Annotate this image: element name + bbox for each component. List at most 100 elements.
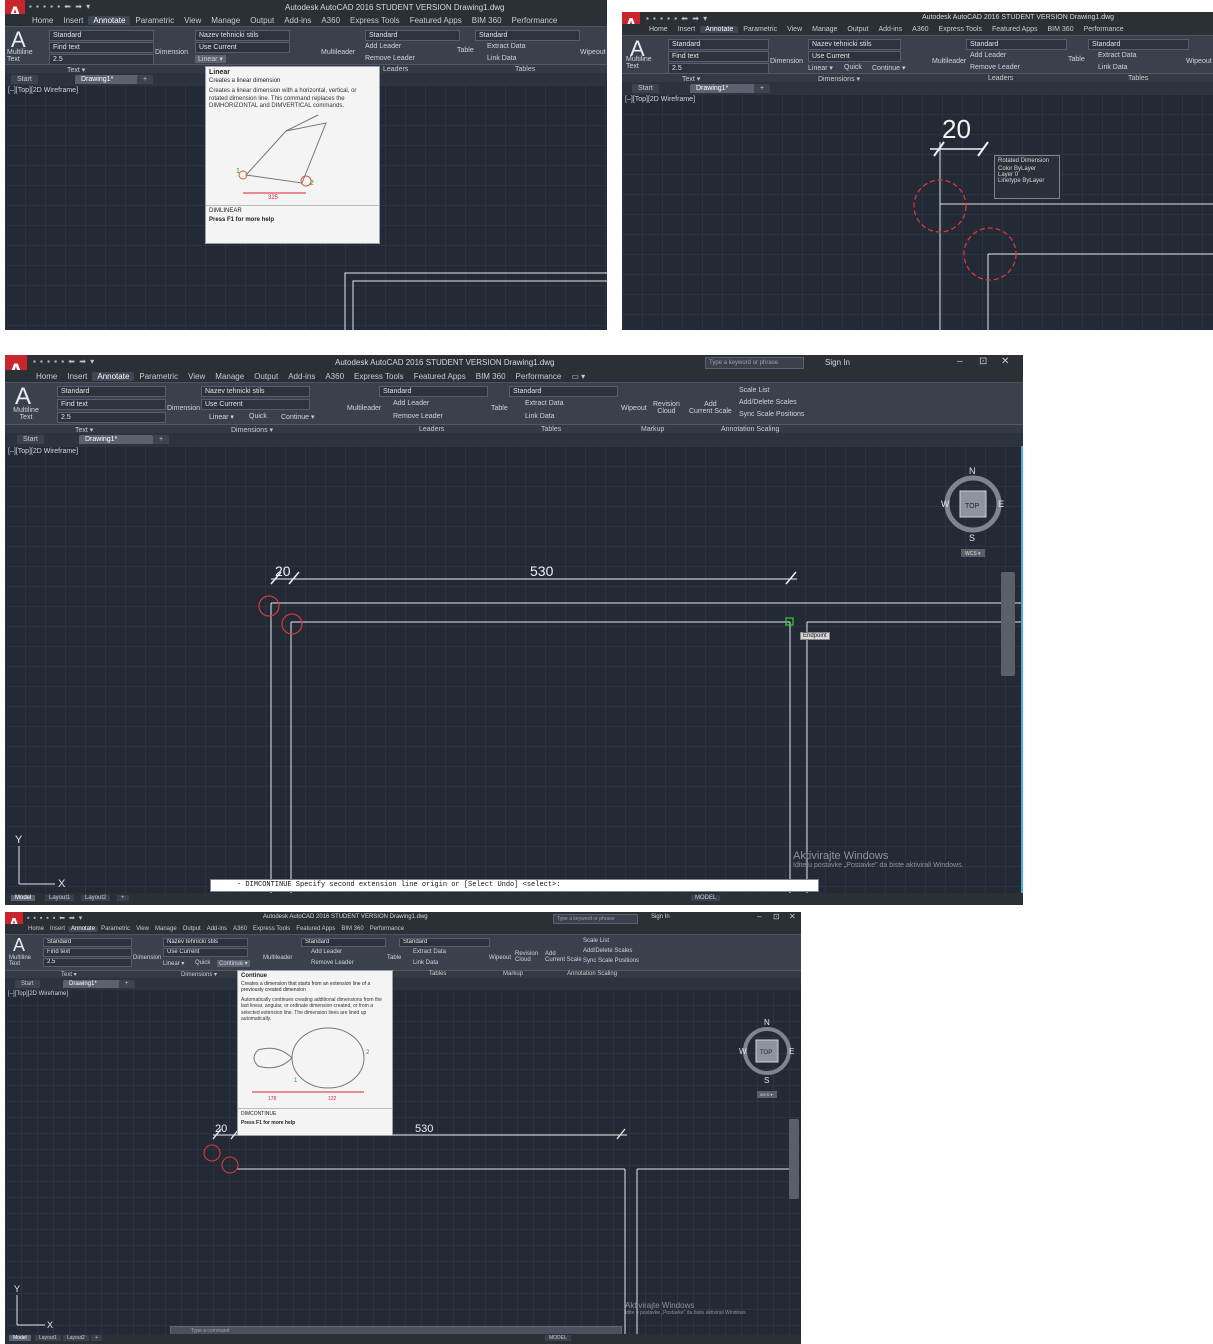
dim-style-select[interactable]: Nazev tehnicki stils	[201, 386, 310, 397]
text-height-select[interactable]: 2.5	[43, 958, 132, 967]
multiline-text-label[interactable]: Multiline Text	[9, 407, 43, 421]
file-tab-drawing1[interactable]: Drawing1*	[79, 435, 153, 444]
wipeout-button[interactable]: Wipeout	[580, 49, 606, 56]
revision-cloud-button[interactable]: Revision Cloud	[653, 401, 680, 415]
minimize-button[interactable]: –	[957, 356, 963, 367]
file-tab-drawing1[interactable]: Drawing1*	[63, 980, 123, 988]
tab-express-tools[interactable]: Express Tools	[349, 372, 409, 381]
navigation-bar[interactable]	[789, 1119, 799, 1199]
panel-markup[interactable]: Markup	[641, 426, 664, 433]
file-tab-start[interactable]: Start	[15, 980, 40, 988]
dimension-button[interactable]: Dimension	[770, 58, 803, 65]
text-style-select[interactable]: Standard	[57, 386, 166, 397]
dim-style-select[interactable]: Nazev tehnicki stils	[195, 30, 290, 41]
tab-home[interactable]: Home	[644, 26, 673, 33]
drawing-canvas[interactable]: [–][Top][2D Wireframe] 20 530 Y X Endpoi…	[5, 446, 1023, 893]
leader-style-select[interactable]: Standard	[301, 938, 386, 947]
link-data-button[interactable]: Link Data	[413, 960, 438, 966]
tab-express-tools[interactable]: Express Tools	[934, 26, 987, 33]
leader-style-select[interactable]: Standard	[379, 386, 488, 397]
tab-annotate[interactable]: Annotate	[700, 26, 739, 33]
view-cube[interactable]: TOP N S W E WCS ▾	[739, 1017, 795, 1101]
find-text-input[interactable]: Find text	[43, 948, 132, 957]
dimension-20[interactable]: 20	[215, 1123, 227, 1135]
dimension-text[interactable]: 20	[942, 114, 971, 144]
add-leader-button[interactable]: Add Leader	[365, 43, 401, 50]
continue-button[interactable]: Continue ▾	[217, 960, 250, 967]
dim-style-select[interactable]: Nazev tehnicki stils	[808, 39, 901, 50]
file-tab-drawing1[interactable]: Drawing1*	[690, 84, 758, 93]
tab-add-ins[interactable]: Add-ins	[204, 926, 230, 932]
tab-a360[interactable]: A360	[230, 926, 250, 932]
tab-view[interactable]: View	[179, 16, 206, 25]
tab-a360[interactable]: A360	[316, 16, 345, 25]
file-tab-start[interactable]: Start	[632, 84, 659, 93]
layout-tab-layout1[interactable]: Layout1	[45, 895, 75, 901]
tab-output[interactable]: Output	[180, 926, 204, 932]
compass-north[interactable]: N	[764, 1018, 770, 1027]
wcs-menu[interactable]: WCS ▾	[965, 551, 981, 557]
sync-scale-button[interactable]: Sync Scale Positions	[739, 411, 804, 418]
dim-layer-select[interactable]: Use Current	[201, 399, 310, 410]
dim-style-select[interactable]: Nazev tehnicki stils	[163, 938, 248, 947]
tab-express-tools[interactable]: Express Tools	[345, 16, 405, 25]
leader-style-select[interactable]: Standard	[966, 39, 1067, 50]
new-tab-button[interactable]: +	[754, 84, 771, 93]
multiline-text-label[interactable]: Multiline Text	[626, 56, 652, 70]
quick-access-toolbar[interactable]: ▪ ▪ ▪ ▪ ▪ ⬅ ➡ ▾	[29, 2, 91, 11]
remove-leader-button[interactable]: Remove Leader	[970, 64, 1020, 71]
sign-in-link[interactable]: Sign In	[825, 358, 850, 367]
linear-button[interactable]: Linear ▾	[808, 64, 833, 72]
add-delete-scales-button[interactable]: Add/Delete Scales	[739, 399, 797, 406]
multiline-text-label[interactable]: Multiline Text	[9, 955, 31, 967]
maximize-button[interactable]: ⊡	[773, 912, 780, 921]
continue-button[interactable]: Continue ▾	[281, 413, 314, 421]
add-delete-scales-button[interactable]: Add/Delete Scales	[583, 948, 632, 954]
layout-tab-model[interactable]: Model	[9, 1335, 31, 1341]
model-space-toggle[interactable]: MODEL	[545, 1335, 571, 1341]
file-tab-drawing1[interactable]: Drawing1*	[75, 75, 141, 84]
navigation-bar[interactable]	[1001, 572, 1015, 676]
panel-leaders[interactable]: Leaders	[988, 75, 1013, 82]
quick-access-toolbar[interactable]: ▪ ▪ ▪ ▪ ▪ ⬅ ➡ ▾	[27, 914, 83, 922]
tab-a360[interactable]: A360	[907, 26, 933, 33]
tab-output[interactable]: Output	[842, 26, 873, 33]
panel-leaders[interactable]: Leaders	[383, 66, 408, 73]
tab-bim-360[interactable]: BIM 360	[467, 16, 507, 25]
panel-tables[interactable]: Tables	[1128, 75, 1148, 82]
dim-layer-select[interactable]: Use Current	[808, 51, 901, 62]
search-input[interactable]: Type a keyword or phrase	[553, 914, 638, 924]
tab-parametric[interactable]: Parametric	[130, 16, 179, 25]
tab-manage[interactable]: Manage	[807, 26, 842, 33]
dimension-530[interactable]: 530	[530, 563, 554, 579]
dimension-20[interactable]: 20	[275, 563, 291, 579]
linear-button[interactable]: Linear ▾	[209, 413, 234, 421]
quick-access-toolbar[interactable]: ▪ ▪ ▪ ▪ ▪ ⬅ ➡ ▾	[646, 14, 708, 23]
extract-data-button[interactable]: Extract Data	[413, 949, 446, 955]
panel-tables[interactable]: Tables	[429, 971, 446, 977]
add-leader-button[interactable]: Add Leader	[970, 52, 1006, 59]
wipeout-button[interactable]: Wipeout	[621, 405, 647, 412]
tab-performance[interactable]: Performance	[1079, 26, 1129, 33]
panel-text[interactable]: Text ▾	[61, 971, 77, 978]
remove-leader-button[interactable]: Remove Leader	[365, 55, 415, 62]
remove-leader-button[interactable]: Remove Leader	[311, 960, 354, 966]
multileader-button[interactable]: Multileader	[347, 405, 381, 412]
tab-manage[interactable]: Manage	[210, 372, 249, 381]
table-button[interactable]: Table	[387, 955, 401, 961]
view-cube-top[interactable]: TOP	[760, 1050, 772, 1056]
text-style-select[interactable]: Standard	[43, 938, 132, 947]
view-cube-top[interactable]: TOP	[965, 503, 980, 510]
tab-featured-apps[interactable]: Featured Apps	[987, 26, 1043, 33]
tab-manage[interactable]: Manage	[206, 16, 245, 25]
wipeout-button[interactable]: Wipeout	[1186, 58, 1212, 65]
tab-parametric[interactable]: Parametric	[738, 26, 782, 33]
tab-home[interactable]: Home	[31, 372, 62, 381]
tab-performance[interactable]: Performance	[367, 926, 407, 932]
multileader-button[interactable]: Multileader	[321, 49, 355, 56]
tab-insert[interactable]: Insert	[58, 16, 88, 25]
prop-value[interactable]: ByLayer	[1022, 178, 1044, 184]
table-style-select[interactable]: Standard	[399, 938, 490, 947]
add-layout-button[interactable]: +	[91, 1335, 102, 1341]
wipeout-button[interactable]: Wipeout	[489, 955, 511, 961]
